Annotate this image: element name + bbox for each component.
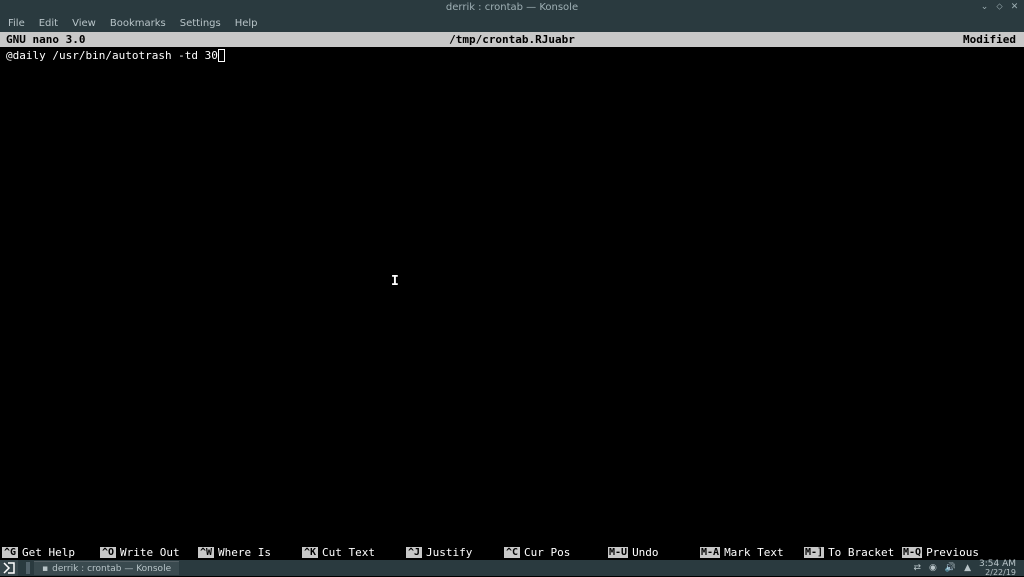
- taskbar: ▪ derrik : crontab — Konsole ⇄ ◉ 🔊 ▲ 3:5…: [0, 560, 1024, 576]
- editor-line-1: @daily /usr/bin/autotrash -td 30: [6, 49, 1018, 62]
- wifi-icon[interactable]: ◉: [929, 563, 937, 573]
- system-tray: ⇄ ◉ 🔊 ▲ 3:54 AM 2/22/19: [913, 560, 1024, 577]
- menu-edit[interactable]: Edit: [39, 18, 58, 29]
- minimize-icon[interactable]: ⌄: [979, 1, 990, 12]
- shortcut-cur-pos[interactable]: ^CCur Pos: [504, 546, 608, 559]
- menu-bookmarks[interactable]: Bookmarks: [110, 18, 166, 29]
- task-divider: [26, 562, 30, 574]
- nano-titlebar: GNU nano 3.0 /tmp/crontab.RJuabr Modifie…: [0, 32, 1024, 47]
- menu-file[interactable]: File: [8, 18, 25, 29]
- chevron-up-icon[interactable]: ▲: [964, 563, 971, 573]
- shortcut-to-bracket[interactable]: M-]To Bracket: [804, 546, 902, 559]
- menu-settings[interactable]: Settings: [180, 18, 221, 29]
- nano-modified: Modified: [963, 33, 1016, 46]
- close-icon[interactable]: ✕: [1009, 1, 1020, 12]
- nano-version: GNU nano 3.0: [6, 33, 85, 46]
- shortcut-row-1: ^GGet Help ^OWrite Out ^WWhere Is ^KCut …: [0, 545, 1024, 560]
- shortcut-mark-text[interactable]: M-AMark Text: [700, 546, 804, 559]
- shortcut-get-help[interactable]: ^GGet Help: [2, 546, 100, 559]
- task-label: derrik : crontab — Konsole: [52, 564, 171, 574]
- kde-logo-icon: [3, 562, 15, 574]
- window-titlebar: derrik : crontab — Konsole ⌄ ⬦ ✕: [0, 0, 1024, 14]
- window-title: derrik : crontab — Konsole: [446, 2, 578, 13]
- terminal-icon: ▪: [42, 564, 48, 574]
- taskbar-item-konsole[interactable]: ▪ derrik : crontab — Konsole: [34, 561, 179, 575]
- shortcut-where-is[interactable]: ^WWhere Is: [198, 546, 302, 559]
- cursor-block: [218, 49, 225, 62]
- shortcut-previous[interactable]: M-QPrevious: [902, 546, 994, 559]
- menu-view[interactable]: View: [72, 18, 96, 29]
- start-button[interactable]: [0, 560, 18, 576]
- text-cursor-icon: I: [391, 274, 399, 289]
- window-controls: ⌄ ⬦ ✕: [979, 1, 1020, 12]
- clock-date: 2/22/19: [979, 569, 1016, 577]
- menu-help[interactable]: Help: [235, 18, 258, 29]
- volume-icon[interactable]: 🔊: [945, 563, 956, 573]
- shortcut-cut-text[interactable]: ^KCut Text: [302, 546, 406, 559]
- menubar: File Edit View Bookmarks Settings Help: [0, 14, 1024, 32]
- network-icon[interactable]: ⇄: [913, 563, 921, 573]
- shortcut-justify[interactable]: ^JJustify: [406, 546, 504, 559]
- nano-filename: /tmp/crontab.RJuabr: [449, 33, 575, 46]
- maximize-icon[interactable]: ⬦: [994, 1, 1005, 12]
- shortcut-undo[interactable]: M-UUndo: [608, 546, 700, 559]
- clock[interactable]: 3:54 AM 2/22/19: [979, 560, 1016, 577]
- shortcut-write-out[interactable]: ^OWrite Out: [100, 546, 198, 559]
- editor-area[interactable]: @daily /usr/bin/autotrash -td 30 I: [0, 47, 1024, 545]
